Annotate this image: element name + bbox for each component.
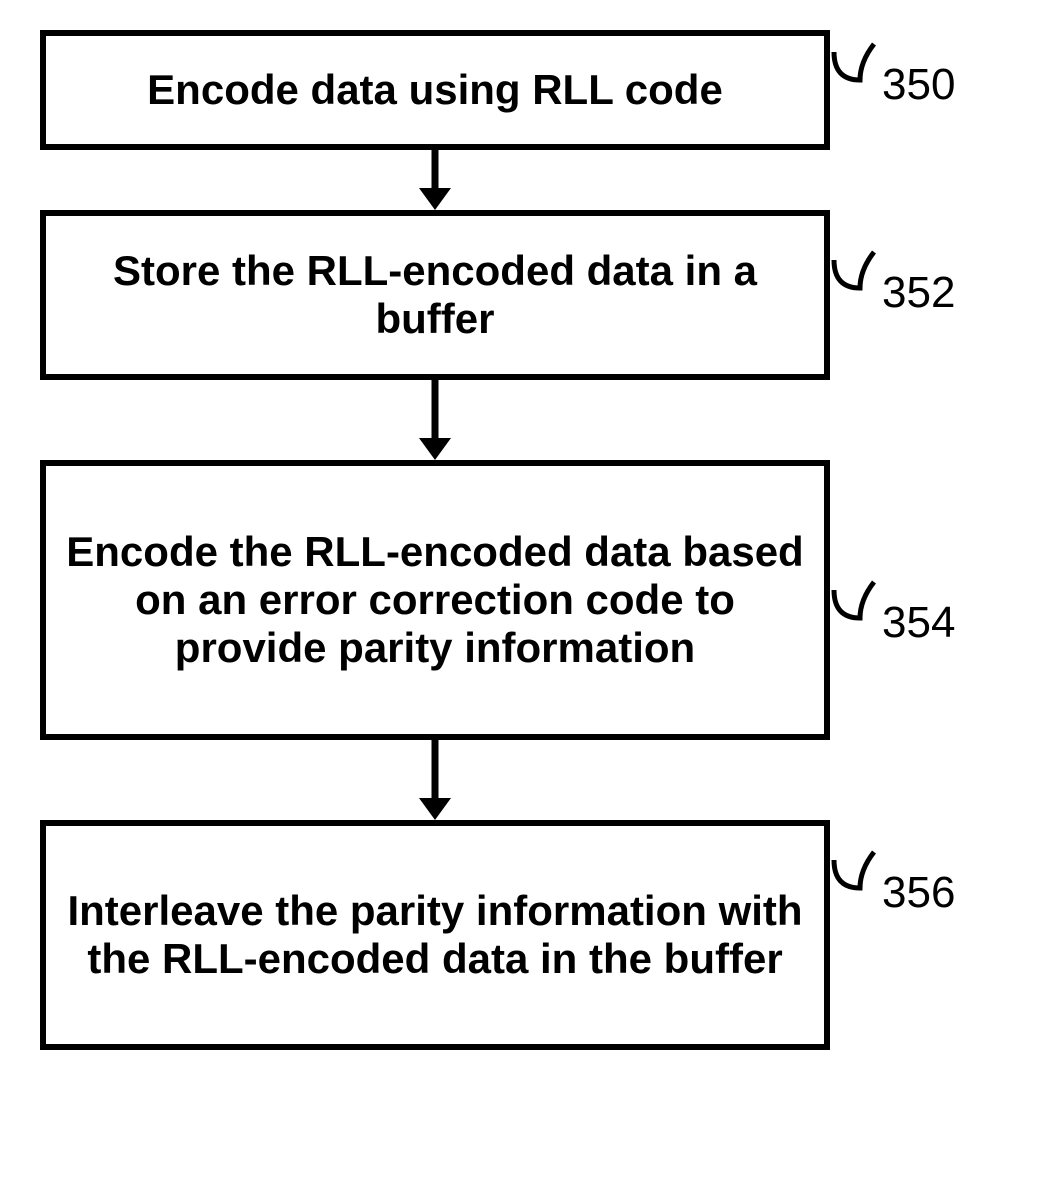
callout-curve — [830, 580, 880, 650]
step-label: 356 — [880, 850, 955, 918]
arrow-wrap — [40, 380, 830, 460]
callout: 356 — [830, 850, 955, 920]
step-box: Interleave the parity information with t… — [40, 820, 830, 1050]
arrow-down — [415, 740, 455, 820]
flow-row: Encode the RLL-encoded data based on an … — [40, 460, 955, 740]
callout-curve — [830, 42, 880, 112]
callout: 354 — [830, 580, 955, 650]
flow-row: Store the RLL-encoded data in a buffer 3… — [40, 210, 955, 380]
callout: 350 — [830, 42, 955, 112]
flow-row: Encode data using RLL code 350 — [40, 30, 955, 150]
flow-column: Encode data using RLL code 350 Store the… — [0, 30, 1041, 1050]
arrow-wrap — [40, 150, 830, 210]
step-box: Store the RLL-encoded data in a buffer — [40, 210, 830, 380]
flowchart: Encode data using RLL code 350 Store the… — [0, 0, 1041, 1177]
step-label: 350 — [880, 42, 955, 110]
arrow-down — [415, 380, 455, 460]
flow-row: Interleave the parity information with t… — [40, 820, 955, 1050]
step-label: 354 — [880, 580, 955, 648]
arrow-down — [415, 150, 455, 210]
callout-curve — [830, 250, 880, 320]
step-box: Encode data using RLL code — [40, 30, 830, 150]
step-box: Encode the RLL-encoded data based on an … — [40, 460, 830, 740]
callout-curve — [830, 850, 880, 920]
arrow-wrap — [40, 740, 830, 820]
callout: 352 — [830, 250, 955, 320]
step-label: 352 — [880, 250, 955, 318]
